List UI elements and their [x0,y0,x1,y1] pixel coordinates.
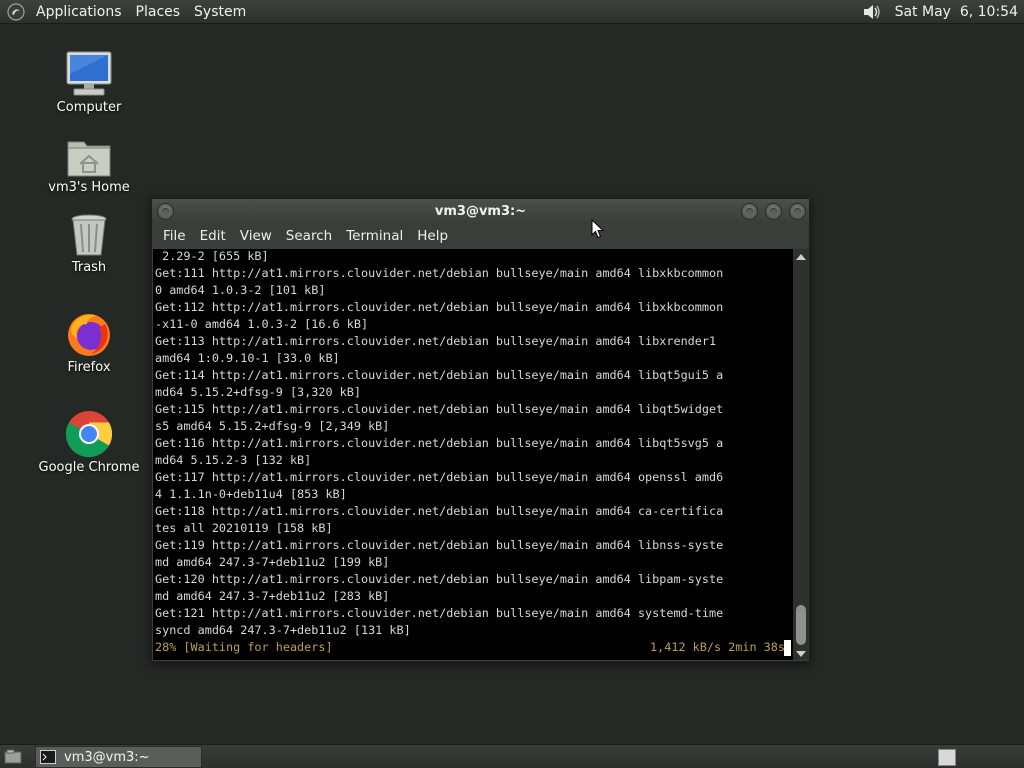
menu-terminal[interactable]: Terminal [339,223,410,249]
menu-view[interactable]: View [233,223,279,249]
apt-progress-line: 28% [Waiting for headers] 1,412 kB/s 2mi… [155,639,791,656]
terminal-window: vm3@vm3:~ File Edit View Search Terminal… [151,198,810,662]
terminal-line: Get:114 http://at1.mirrors.clouvider.net… [155,368,724,382]
terminal-line: -x11-0 amd64 1.0.3-2 [16.6 kB] [155,317,369,331]
terminal-line: tes all 20210119 [158 kB] [155,521,333,535]
terminal-line: Get:115 http://at1.mirrors.clouvider.net… [155,402,724,416]
terminal-menubar: File Edit View Search Terminal Help [152,223,809,249]
terminal-line: syncd amd64 247.3-7+deb11u2 [131 kB] [155,623,411,637]
terminal-line: Get:118 http://at1.mirrors.clouvider.net… [155,504,724,518]
desktop-icon-trash[interactable]: Trash [34,206,144,275]
terminal-line: 4 1.1.1n-0+deb11u4 [853 kB] [155,487,347,501]
places-menu[interactable]: Places [129,0,188,24]
download-rate: 1,412 kB/s 2min 38s [650,640,785,654]
terminal-line: Get:121 http://at1.mirrors.clouvider.net… [155,606,724,620]
terminal-line: 0 amd64 1.0.3-2 [101 kB] [155,283,326,297]
bottom-panel: vm3@vm3:~ [0,744,1024,768]
scroll-up-arrow-icon[interactable] [796,254,806,260]
mouse-pointer-icon [591,219,605,239]
menu-search[interactable]: Search [279,223,339,249]
clock[interactable]: Sat May 6, 10:54 [891,4,1022,20]
terminal-line: Get:116 http://at1.mirrors.clouvider.net… [155,436,724,450]
top-panel: Applications Places System Sat May 6, 10… [0,0,1024,24]
terminal-scrollbar[interactable] [793,249,809,660]
menu-file[interactable]: File [156,223,193,249]
gnome-foot-icon[interactable] [5,1,27,23]
terminal-line: amd64 1:0.9.10-1 [33.0 kB] [155,351,340,365]
terminal-line: Get:113 http://at1.mirrors.clouvider.net… [155,334,717,348]
menu-edit[interactable]: Edit [193,223,233,249]
terminal-line: md64 5.15.2-3 [132 kB] [155,453,312,467]
minimize-button[interactable] [741,203,758,220]
taskbar-terminal-button[interactable]: vm3@vm3:~ [35,746,202,768]
trash-icon [63,206,115,258]
close-button[interactable] [789,203,806,220]
desktop-icon-label: Trash [71,260,107,275]
desktop-icon-firefox[interactable]: Firefox [34,306,144,375]
firefox-icon [63,306,115,358]
terminal-line: md amd64 247.3-7+deb11u2 [199 kB] [155,555,390,569]
terminal-line: Get:111 http://at1.mirrors.clouvider.net… [155,266,724,280]
terminal-line: 2.29-2 [655 kB] [155,249,269,263]
desktop-icon-label: vm3's Home [48,180,130,195]
terminal-line: Get:120 http://at1.mirrors.clouvider.net… [155,572,724,586]
scrollbar-thumb[interactable] [796,605,806,645]
window-title: vm3@vm3:~ [434,203,527,219]
chrome-icon [63,406,115,458]
terminal-line: md64 5.15.2+dfsg-9 [3,320 kB] [155,385,361,399]
terminal-lines: 2.29-2 [655 kB] Get:111 http://at1.mirro… [155,249,793,639]
show-desktop-icon[interactable] [3,748,23,766]
menu-help[interactable]: Help [410,223,455,249]
maximize-button[interactable] [765,203,782,220]
terminal-line: s5 amd64 5.15.2+dfsg-9 [2,349 kB] [155,419,390,433]
speaker-volume-icon[interactable] [859,1,885,23]
progress-status: 28% [Waiting for headers] [155,640,333,654]
computer-icon [63,46,115,98]
scroll-down-arrow-icon[interactable] [796,651,806,657]
desktop-icon-computer[interactable]: Computer [34,46,144,115]
desktop-icon-home[interactable]: vm3's Home [34,126,144,195]
terminal-titlebar[interactable]: vm3@vm3:~ [152,199,809,223]
workspace-switcher-icon[interactable] [938,749,956,766]
terminal-output[interactable]: 2.29-2 [655 kB] Get:111 http://at1.mirro… [153,249,793,660]
taskbar-item-label: vm3@vm3:~ [64,749,150,765]
system-menu[interactable]: System [187,0,253,24]
terminal-line: Get:119 http://at1.mirrors.clouvider.net… [155,538,724,552]
terminal-line: Get:112 http://at1.mirrors.clouvider.net… [155,300,724,314]
terminal-line: Get:117 http://at1.mirrors.clouvider.net… [155,470,724,484]
applications-menu[interactable]: Applications [29,0,129,24]
terminal-line: md amd64 247.3-7+deb11u2 [283 kB] [155,589,390,603]
desktop-icon-label: Computer [56,100,122,115]
home-folder-icon [63,126,115,178]
terminal-cursor [784,640,791,656]
desktop-icon-label: Firefox [67,360,111,375]
desktop-icon-label: Google Chrome [38,460,140,475]
window-menu-button[interactable] [157,203,174,220]
desktop-icon-chrome[interactable]: Google Chrome [34,406,144,475]
terminal-icon [40,750,56,764]
